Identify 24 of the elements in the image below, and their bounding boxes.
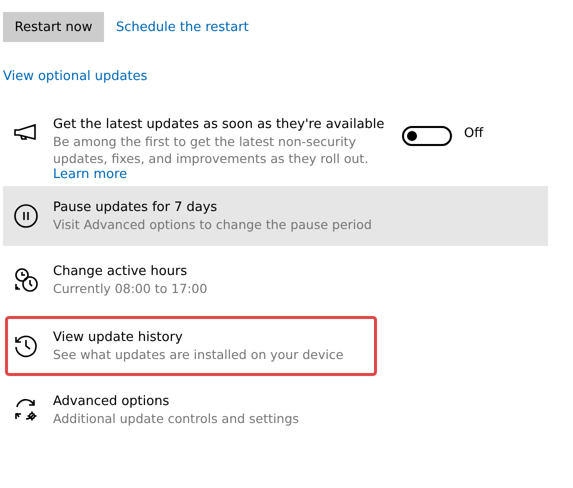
restart-button[interactable]: Restart now <box>3 12 104 42</box>
toggle-switch[interactable] <box>402 126 452 146</box>
optional-updates-link[interactable]: View optional updates <box>3 69 148 84</box>
setting-title: Get the latest updates as soon as they're available <box>53 116 386 133</box>
sync-gear-icon <box>13 397 39 423</box>
history-icon <box>13 333 39 359</box>
schedule-restart-link[interactable]: Schedule the restart <box>116 20 249 34</box>
clock-icon <box>13 267 39 293</box>
learn-more-link[interactable]: Learn more <box>53 167 128 182</box>
option-title: Advanced options <box>53 393 170 410</box>
toggle-state-label: Off <box>464 126 484 141</box>
option-row[interactable]: Advanced options Additional update controls and settings <box>3 380 548 440</box>
option-row[interactable]: Pause updates for 7 days Visit Advanced options to change the pause period <box>3 186 548 246</box>
option-subtitle: Currently 08:00 to 17:00 <box>53 280 208 297</box>
option-subtitle: Visit Advanced options to change the pause period <box>53 216 372 233</box>
option-subtitle: See what updates are installed on your device <box>53 346 344 363</box>
pause-icon <box>13 203 39 229</box>
setting-description: Be among the first to get the latest non-security updates, fixes, and improvements as they roll out. <box>53 133 370 167</box>
option-title: View update history <box>53 329 184 346</box>
option-subtitle: Additional update controls and settings <box>53 410 299 427</box>
option-title: Change active hours <box>53 263 188 280</box>
option-title: Pause updates for 7 days <box>53 199 218 216</box>
option-row[interactable]: View update history See what updates are installed on your device <box>5 316 377 376</box>
option-row[interactable]: Change active hours Currently 08:00 to 17:00 <box>3 250 548 310</box>
